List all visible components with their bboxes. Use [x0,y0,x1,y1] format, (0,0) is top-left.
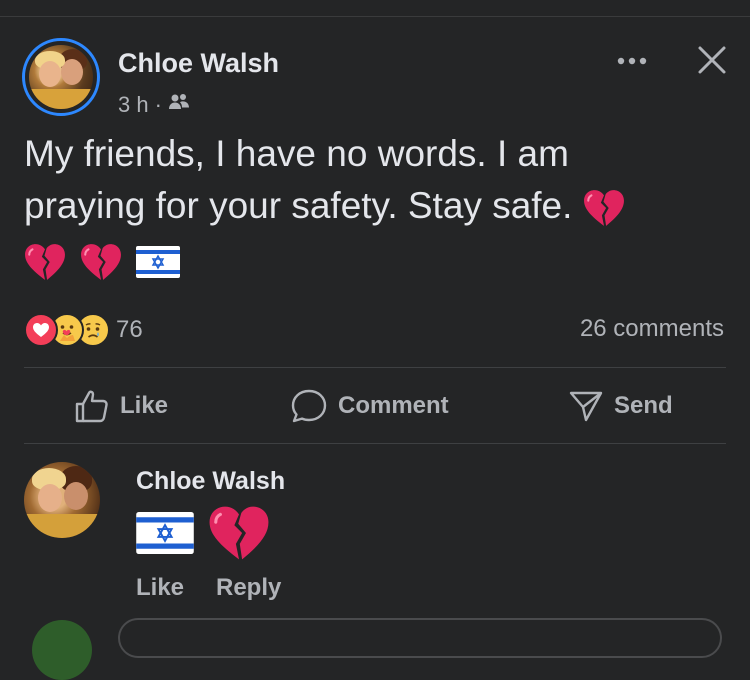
broken-heart-icon [80,243,122,281]
comment-author[interactable]: Chloe Walsh [136,467,285,496]
post-text-line-2: praying for your safety. Stay safe. [24,180,724,232]
israel-flag-icon [136,246,180,278]
divider [24,367,726,368]
comment-body [136,505,270,561]
meta-separator: · [154,92,162,117]
divider [24,443,726,444]
comment-input[interactable] [118,618,722,658]
thumbs-up-icon [75,390,108,423]
commenter-avatar[interactable] [24,462,100,538]
send-icon [569,391,603,422]
broken-heart-icon [583,189,625,227]
broken-heart-icon [208,505,270,561]
comment-like-button[interactable]: Like [136,574,184,602]
like-label: Like [120,392,169,419]
like-button[interactable]: Like [74,386,168,426]
send-button[interactable]: Send [568,386,673,426]
more-options-button[interactable] [610,44,654,78]
post-header: Chloe Walsh 3 h · [22,38,728,118]
send-label: Send [614,392,673,419]
post-meta: 3 h · [118,92,190,118]
avatar-photo [29,45,93,109]
reaction-count: 76 [116,316,143,343]
love-reaction-icon [24,313,58,347]
comment-reply-button[interactable]: Reply [216,574,281,602]
top-divider [0,16,750,17]
comments-count[interactable]: 26 comments [580,315,724,343]
more-icon [617,57,647,65]
close-icon [698,46,726,74]
next-commenter-avatar[interactable] [32,620,92,680]
post-text-line-2-text: praying for your safety. Stay safe. [24,185,573,226]
post-emoji-line [24,234,724,290]
post-text-line-1: My friends, I have no words. I am [24,133,569,174]
comment-icon [291,389,327,423]
broken-heart-icon [24,243,66,281]
reaction-summary[interactable]: 76 [24,312,143,348]
post-time[interactable]: 3 h [118,92,149,118]
post-body: My friends, I have no words. I am prayin… [24,128,724,290]
friends-icon [168,92,190,118]
comment-label: Comment [338,392,449,419]
israel-flag-icon [136,512,194,554]
author-name[interactable]: Chloe Walsh [118,48,279,79]
close-button[interactable] [692,40,732,80]
comment-button[interactable]: Comment [290,386,449,426]
author-avatar[interactable] [22,38,100,116]
